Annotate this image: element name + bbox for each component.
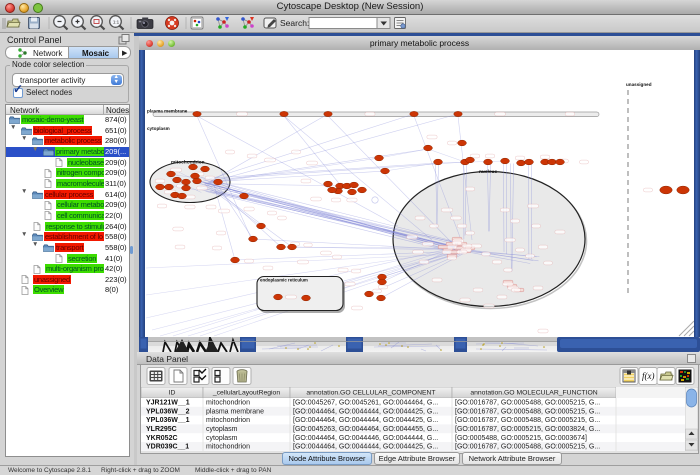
svg-text:[GO:0044464, GO:0044446, GO:00: [GO:0044464, GO:0044446, GO:0044444, G..… [293,435,438,442]
svg-text:[GO:0016787, GO:0005488, GO:00: [GO:0016787, GO:0005488, GO:0005215, G..… [455,400,600,407]
svg-text:Search:: Search: [280,18,309,28]
svg-text:unassigned: unassigned [626,82,652,87]
svg-text:YLR295C: YLR295C [146,426,177,433]
svg-text:plasma membrane: plasma membrane [206,408,264,415]
svg-text:[GO:0045267, GO:0045261, GO:00: [GO:0045267, GO:0045261, GO:0044464, G..… [293,400,438,407]
svg-text:cytoplasm: cytoplasm [206,426,238,433]
svg-text:ID: ID [169,390,176,397]
svg-text:[GO:0005488, GO:0005215, GO:00: [GO:0005488, GO:0005215, GO:0003674] [455,435,587,442]
svg-text:mitochondrion: mitochondrion [206,444,250,451]
svg-text:endoplasmic reticulum: endoplasmic reticulum [260,278,308,283]
svg-text:1:1: 1:1 [113,20,120,25]
svg-text:[GO:0016787, GO:0005488, GO:00: [GO:0016787, GO:0005488, GO:0005215, G..… [455,417,600,424]
svg-text:YDR039C__1: YDR039C__1 [146,444,189,451]
svg-text:nucleus: nucleus [479,169,497,175]
svg-text:YPL036W__2: YPL036W__2 [146,408,190,415]
svg-text:plasma membrane: plasma membrane [147,109,188,114]
svg-text:YKR052C: YKR052C [146,435,178,442]
svg-text:cytoplasm: cytoplasm [147,126,170,131]
svg-text:mitochondrion: mitochondrion [206,400,250,407]
svg-text:_cellularLayoutRegion: _cellularLayoutRegion [212,390,280,397]
svg-text:[GO:0044464, GO:0044444, GO:00: [GO:0044464, GO:0044444, GO:0044425, G..… [293,444,438,451]
svg-text:[GO:0016787, GO:0005215, GO:00: [GO:0016787, GO:0005215, GO:0003824, G..… [455,426,600,433]
svg-text:f(x): f(x) [642,371,655,381]
svg-text:YJR121W__1: YJR121W__1 [146,400,190,407]
svg-text:[GO:0045263, GO:0044464, GO:00: [GO:0045263, GO:0044464, GO:0044455, G..… [293,426,438,433]
svg-text:cytoplasm: cytoplasm [206,435,238,442]
svg-text:annotation.GO CELLULAR_COMPONE: annotation.GO CELLULAR_COMPONENT [306,390,435,397]
svg-text:annotation.GO MOLECULAR_FUNCTI: annotation.GO MOLECULAR_FUNCTION [470,390,597,397]
svg-text:mitochondrion: mitochondrion [171,160,205,166]
svg-text:mitochondrion: mitochondrion [206,417,250,424]
svg-text:[GO:0044464, GO:0044444, GO:00: [GO:0044464, GO:0044444, GO:0044425, G..… [293,408,438,415]
svg-text:[GO:0044464, GO:0044444, GO:00: [GO:0044464, GO:0044444, GO:0044425, G..… [293,417,438,424]
svg-text:[GO:0016787, GO:0005488, GO:00: [GO:0016787, GO:0005488, GO:0005215, G..… [455,408,600,415]
svg-text:YPL036W__1: YPL036W__1 [146,417,190,424]
svg-text:[GO:0016787, GO:0005488, GO:00: [GO:0016787, GO:0005488, GO:0005215, G..… [455,444,600,451]
